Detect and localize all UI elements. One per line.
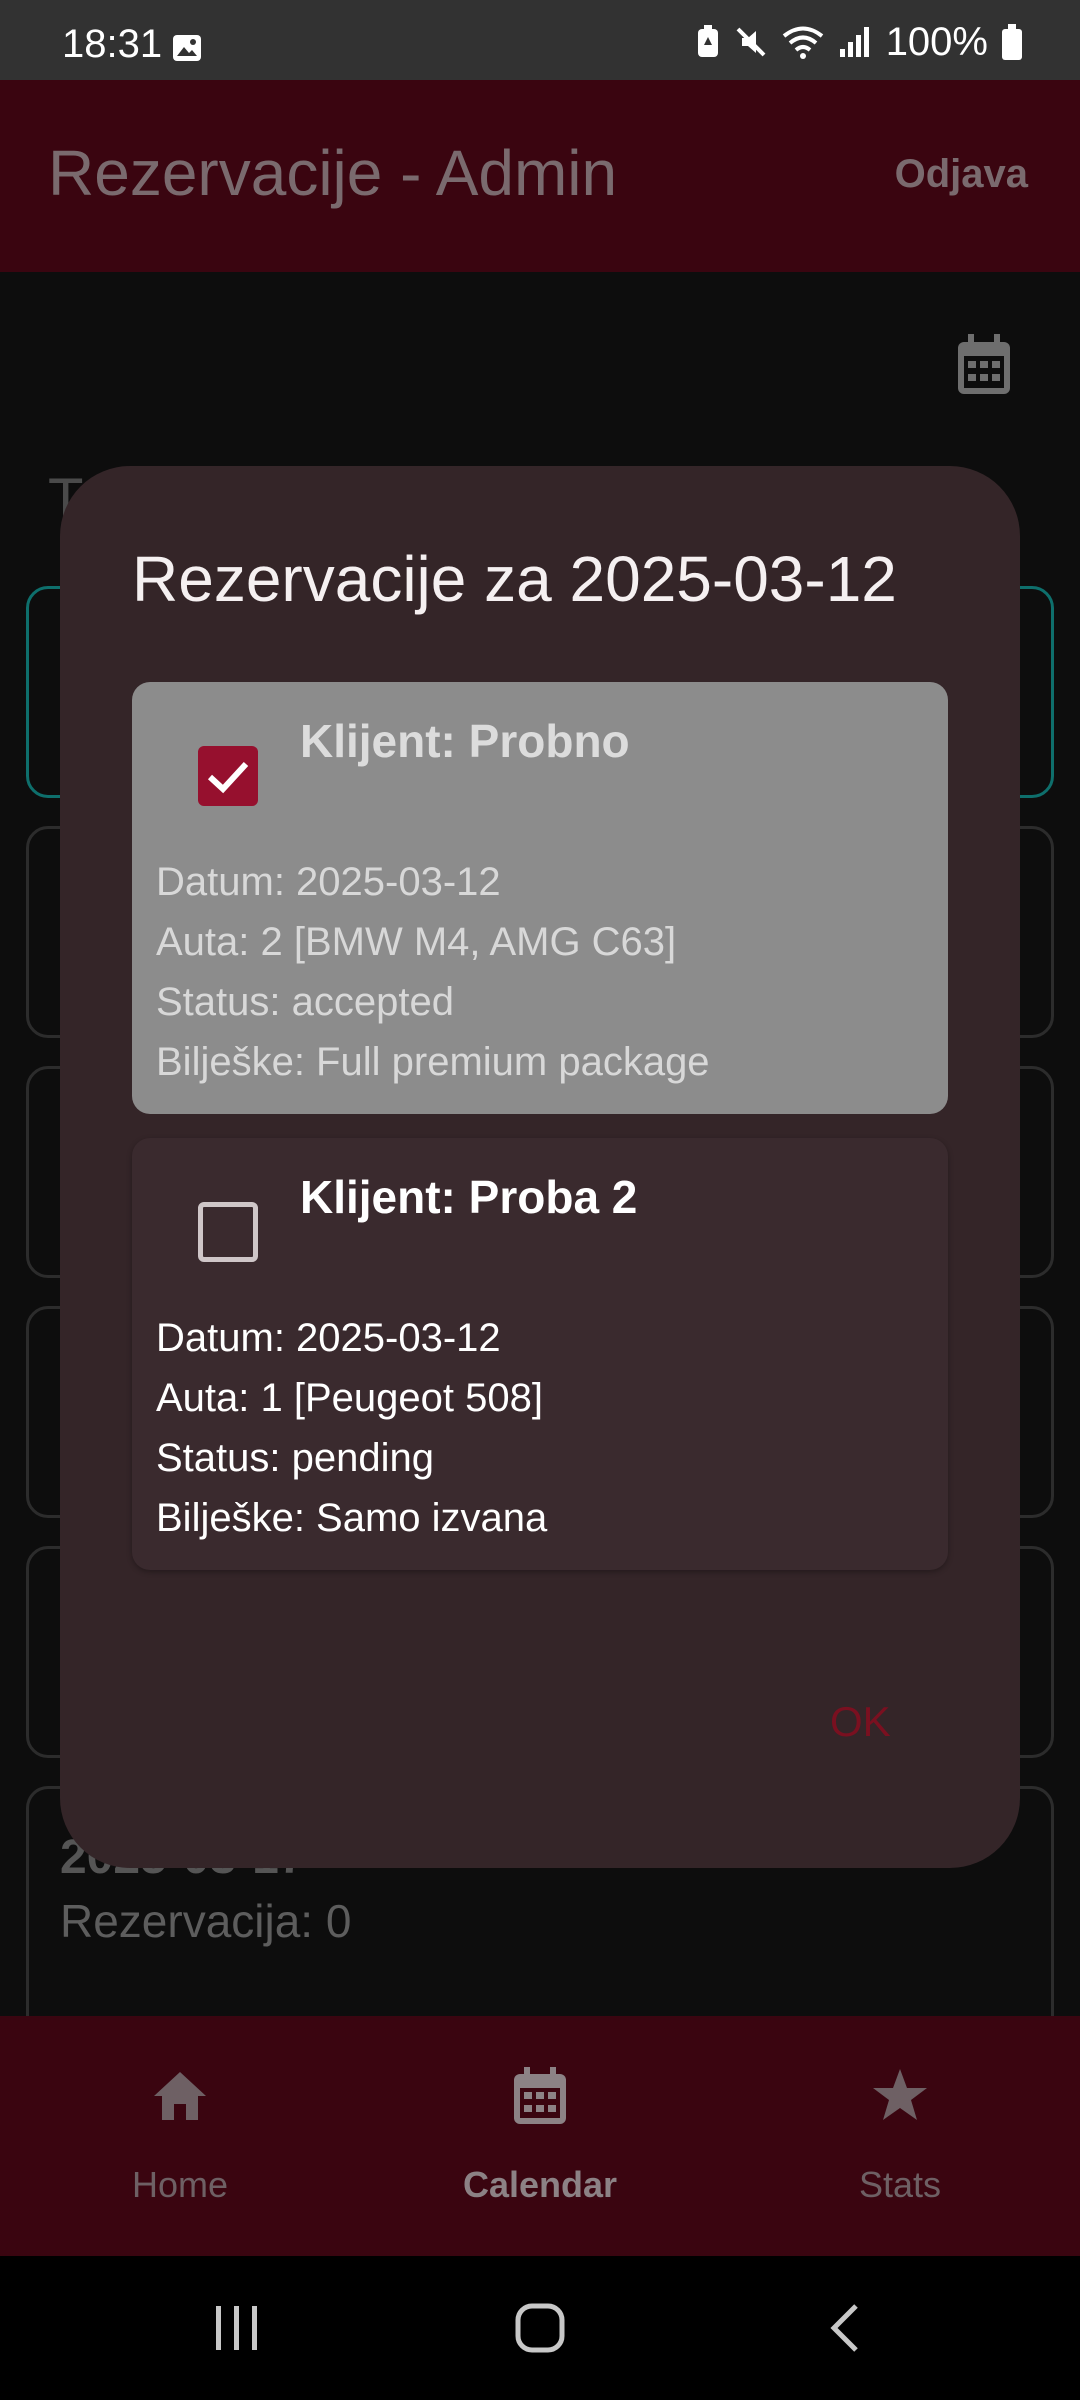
- reservation-checkbox[interactable]: [198, 1202, 258, 1262]
- dialog-title: Rezervacije za 2025-03-12: [132, 543, 897, 615]
- image-icon: [173, 35, 201, 61]
- reservations-dialog: Rezervacije za 2025-03-12 Klijent: Probn…: [60, 466, 1020, 1868]
- status-bar: 18:31 100%: [0, 0, 1080, 80]
- logout-button[interactable]: Odjava: [895, 152, 1028, 197]
- home-icon: [154, 2072, 206, 2120]
- reservation-checkbox[interactable]: [198, 746, 258, 806]
- status-time: 18:31: [62, 22, 163, 66]
- reservation-card[interactable]: Klijent: Proba 2 Datum: 2025-03-12 Auta:…: [132, 1138, 948, 1570]
- app-bar: Rezervacije - Admin Odjava: [0, 80, 1080, 272]
- battery-percent: 100%: [885, 19, 988, 64]
- nav-calendar[interactable]: Calendar: [360, 2016, 720, 2256]
- reservation-status: Status: accepted: [156, 980, 454, 1024]
- system-nav-bar: [0, 2256, 1080, 2400]
- reservation-details: Datum: 2025-03-12 Auta: 2 [BMW M4, AMG C…: [156, 852, 710, 1092]
- reservation-notes: Bilješke: Full premium package: [156, 1040, 710, 1084]
- battery-saver-icon: [697, 25, 718, 57]
- nav-calendar-label: Calendar: [462, 2164, 618, 2205]
- recent-apps-icon[interactable]: [212, 2304, 262, 2352]
- nav-stats[interactable]: Stats: [720, 2016, 1080, 2256]
- nav-stats-label: Stats: [858, 2164, 942, 2205]
- reservation-status: Status: pending: [156, 1436, 434, 1480]
- nav-home-label: Home: [131, 2164, 229, 2205]
- home-button-icon[interactable]: [514, 2302, 566, 2354]
- mute-icon: [736, 27, 766, 57]
- check-icon: [207, 761, 249, 794]
- back-icon[interactable]: [826, 2302, 862, 2354]
- star-icon: [873, 2069, 927, 2120]
- reservation-card[interactable]: Klijent: Probno Datum: 2025-03-12 Auta: …: [132, 682, 948, 1114]
- battery-icon: [1002, 24, 1022, 60]
- page-title: Rezervacije - Admin: [48, 137, 618, 209]
- status-icons: 100%: [696, 19, 1022, 64]
- calendar-picker-icon[interactable]: [956, 334, 1012, 396]
- ok-button[interactable]: OK: [830, 1698, 891, 1746]
- client-name: Klijent: Probno: [300, 715, 630, 767]
- calendar-icon: [514, 2067, 566, 2124]
- reservation-details: Datum: 2025-03-12 Auta: 1 [Peugeot 508] …: [156, 1308, 547, 1548]
- wifi-icon: [782, 26, 823, 59]
- bottom-nav: Home Calendar Stats: [0, 2016, 1080, 2256]
- reservation-cars: Auta: 1 [Peugeot 508]: [156, 1376, 543, 1420]
- day-card-count: Rezervacija: 0: [60, 1895, 352, 1947]
- reservation-date: Datum: 2025-03-12: [156, 1316, 501, 1360]
- reservation-date: Datum: 2025-03-12: [156, 860, 501, 904]
- reservation-cars: Auta: 2 [BMW M4, AMG C63]: [156, 920, 677, 964]
- signal-icon: [839, 27, 869, 57]
- reservation-notes: Bilješke: Samo izvana: [156, 1496, 548, 1540]
- nav-home[interactable]: Home: [0, 2016, 360, 2256]
- client-name: Klijent: Proba 2: [300, 1171, 638, 1223]
